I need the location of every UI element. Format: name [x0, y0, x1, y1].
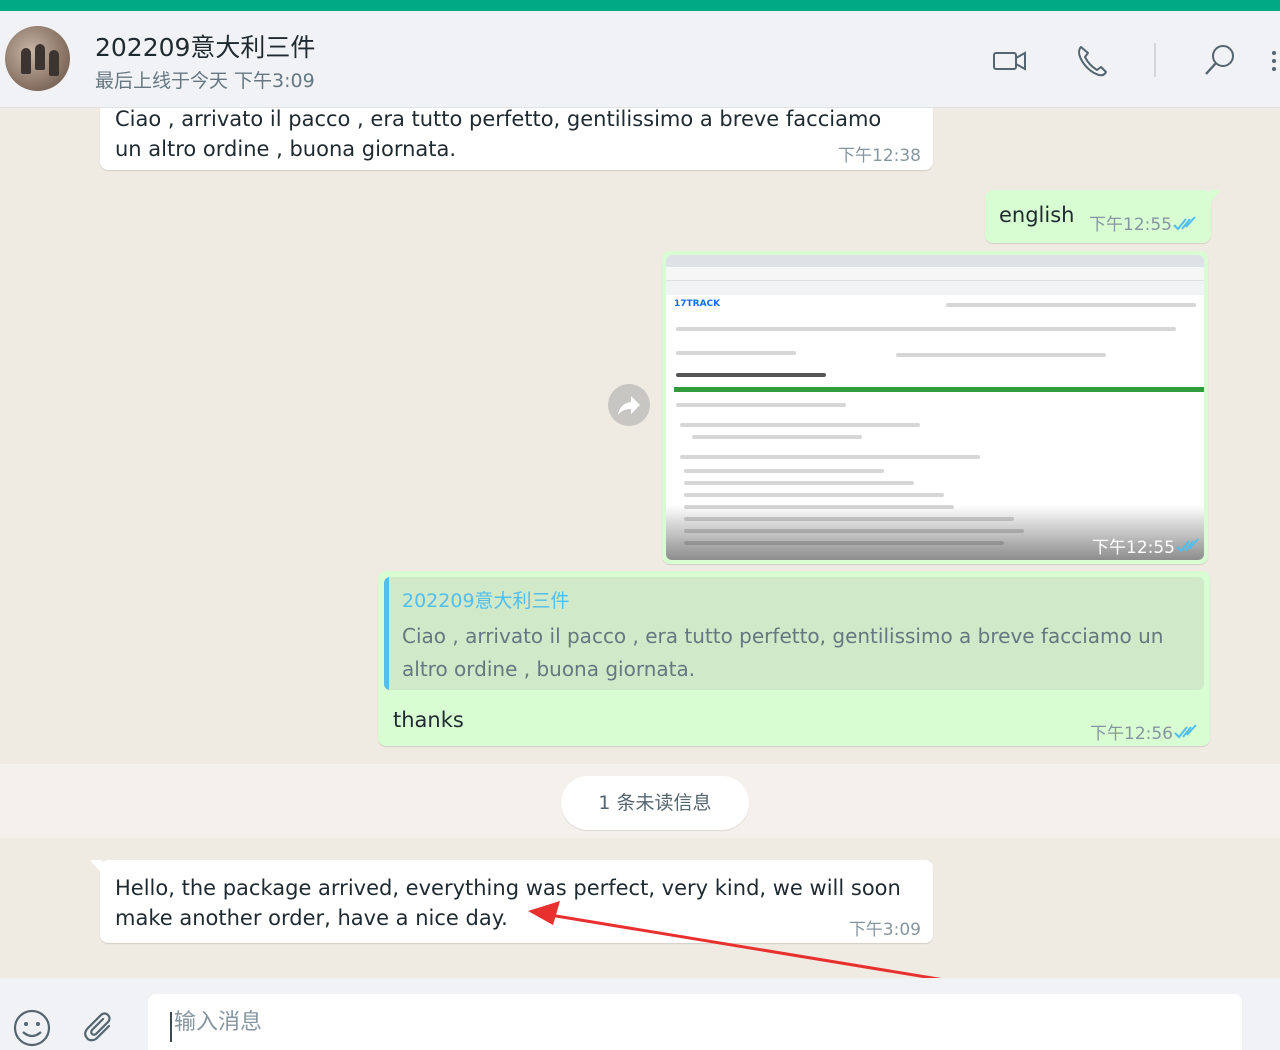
- message-list[interactable]: Ciao , arrivato il pacco , era tutto per…: [0, 108, 1280, 978]
- message-time: 下午3:09: [848, 920, 921, 940]
- browser-tabs: [666, 255, 1204, 267]
- incoming-message[interactable]: Ciao , arrivato il pacco , era tutto per…: [100, 108, 933, 170]
- composer-bar: [0, 978, 1280, 1050]
- message-text: Hello, the package arrived, everything w…: [115, 876, 901, 930]
- voice-call-icon[interactable]: [1072, 41, 1112, 81]
- browser-bookmarks: [666, 281, 1204, 295]
- quote-bar: [384, 577, 389, 690]
- chat-name[interactable]: 202209意大利三件: [95, 28, 315, 64]
- top-accent-bar: [0, 0, 1280, 11]
- outgoing-reply-message[interactable]: 202209意大利三件 Ciao , arrivato il pacco , e…: [378, 571, 1210, 746]
- quoted-message[interactable]: 202209意大利三件 Ciao , arrivato il pacco , e…: [384, 577, 1204, 690]
- last-seen-status: 最后上线于今天 下午3:09: [95, 70, 315, 92]
- outgoing-message[interactable]: english 下午12:55: [985, 190, 1221, 243]
- message-text: english: [999, 203, 1075, 227]
- attach-icon[interactable]: [80, 1008, 120, 1048]
- bubble-tail: [1209, 190, 1221, 204]
- message-time: 下午12:56: [1090, 724, 1173, 744]
- menu-icon[interactable]: [1262, 41, 1280, 81]
- message-time: 下午12:55: [1092, 538, 1175, 558]
- double-check-icon: [1173, 216, 1196, 231]
- message-text: Ciao , arrivato il pacco , era tutto per…: [115, 108, 882, 161]
- quoted-text: Ciao , arrivato il pacco , era tutto per…: [402, 624, 1164, 681]
- emoji-icon[interactable]: [12, 1008, 52, 1048]
- message-time: 下午12:55: [1089, 215, 1172, 235]
- outgoing-image-message[interactable]: 17TRACK 下午12:55: [662, 251, 1208, 564]
- message-text: thanks: [393, 708, 464, 732]
- text-caret: [170, 1012, 172, 1042]
- browser-url-bar: [666, 267, 1204, 281]
- header-divider: [1154, 43, 1156, 77]
- unread-messages-badge: 1 条未读信息: [561, 776, 749, 830]
- forward-icon[interactable]: [608, 384, 650, 426]
- message-input[interactable]: [148, 994, 1242, 1050]
- progress-track: [674, 387, 1204, 392]
- double-check-icon: [1174, 724, 1197, 739]
- tracking-screenshot-image[interactable]: 17TRACK 下午12:55: [666, 255, 1204, 560]
- video-call-icon[interactable]: [990, 41, 1030, 81]
- avatar[interactable]: [5, 26, 70, 91]
- message-time: 下午12:38: [838, 146, 921, 166]
- search-icon[interactable]: [1200, 41, 1240, 81]
- quoted-author: 202209意大利三件: [402, 590, 570, 612]
- double-check-icon: [1176, 538, 1199, 553]
- chat-header: 202209意大利三件 最后上线于今天 下午3:09: [0, 11, 1280, 108]
- incoming-message[interactable]: Hello, the package arrived, everything w…: [90, 860, 933, 943]
- bubble-tail: [90, 860, 102, 874]
- tracking-logo: 17TRACK: [674, 299, 721, 309]
